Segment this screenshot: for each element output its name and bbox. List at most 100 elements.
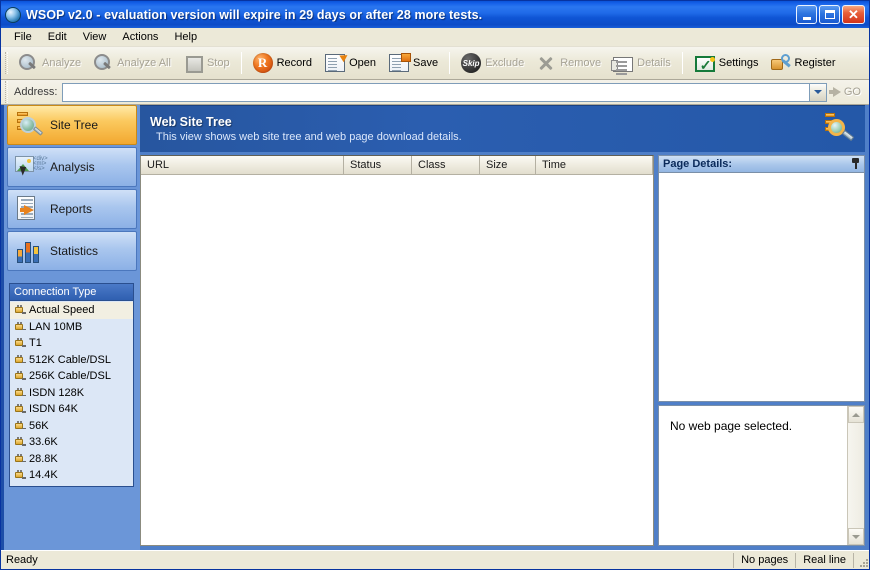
connection-item-512k-cable-dsl[interactable]: 512K Cable/DSL — [10, 352, 133, 369]
close-button[interactable]: ✕ — [842, 5, 865, 24]
tree-column-size[interactable]: Size — [480, 156, 536, 175]
skip-icon: Skip — [461, 53, 482, 73]
sidebar-item-site-tree[interactable]: Site Tree — [7, 105, 137, 145]
toolbar-register-label: Register — [794, 57, 836, 69]
main-toolbar: Analyze Analyze All Stop R Record Open S… — [1, 47, 869, 80]
minimize-icon — [802, 16, 811, 20]
plug-icon — [13, 436, 26, 448]
tree-rows[interactable] — [141, 175, 653, 545]
analysis-icon: <div> <ml> </s> — [14, 152, 48, 182]
connection-item-actual-speed[interactable]: Actual Speed — [10, 302, 133, 319]
stop-square-icon — [183, 53, 203, 73]
tree-column-time[interactable]: Time — [536, 156, 653, 175]
sidebar-label-site-tree: Site Tree — [50, 118, 99, 132]
toolbar-register-button[interactable]: Register — [765, 50, 842, 77]
toolbar-details-button[interactable]: Details — [607, 50, 677, 77]
toolbar-analyze-all-label: Analyze All — [117, 57, 171, 69]
toolbar-record-button[interactable]: R Record — [247, 50, 318, 77]
go-button[interactable]: GO — [827, 81, 869, 103]
tree-column-status[interactable]: Status — [344, 156, 412, 175]
sidebar-item-analysis[interactable]: <div> <ml> </s> Analysis — [7, 147, 137, 187]
scroll-up-icon — [852, 412, 860, 417]
banner-subtitle: This view shows web site tree and web pa… — [156, 131, 462, 143]
connection-item-56k[interactable]: 56K — [10, 418, 133, 435]
sidebar: Site Tree <div> <ml> </s> Analysis Reports — [1, 105, 140, 550]
connection-item-28-8k[interactable]: 28.8K — [10, 451, 133, 468]
plug-icon — [13, 304, 26, 316]
record-icon: R — [252, 53, 273, 73]
plug-icon — [13, 337, 26, 349]
banner-texts: Web Site Tree This view shows web site t… — [150, 115, 819, 143]
toolbar-exclude-button[interactable]: Skip Exclude — [455, 50, 530, 77]
sidebar-item-reports[interactable]: Reports — [7, 189, 137, 229]
key-icon — [770, 53, 791, 73]
connection-item-isdn-64k[interactable]: ISDN 64K — [10, 401, 133, 418]
toolbar-remove-label: Remove — [560, 57, 602, 69]
menu-edit[interactable]: Edit — [40, 29, 75, 45]
plug-icon — [13, 453, 26, 465]
sidebar-label-statistics: Statistics — [50, 244, 99, 258]
close-icon: ✕ — [848, 6, 859, 22]
menu-file[interactable]: File — [6, 29, 40, 45]
banner-title: Web Site Tree — [150, 115, 232, 129]
menu-help[interactable]: Help — [166, 29, 205, 45]
address-input-wrapper[interactable] — [62, 82, 810, 102]
toolbar-stop-button[interactable]: Stop — [177, 50, 236, 77]
right-pane: Page Details: No web page selected. — [658, 155, 865, 546]
connection-label: ISDN 64K — [29, 403, 78, 416]
statistics-icon — [14, 236, 44, 266]
page-details-title-bar: Page Details: — [659, 156, 864, 173]
x-mark-icon — [536, 53, 556, 73]
toolbar-record-label: Record — [276, 57, 313, 69]
connection-label: LAN 10MB — [29, 320, 83, 333]
pin-icon[interactable] — [850, 158, 861, 170]
connection-item-lan-10mb[interactable]: LAN 10MB — [10, 319, 133, 336]
tree-column-header-row: URL Status Class Size Time — [141, 156, 653, 175]
address-dropdown-button[interactable] — [809, 82, 827, 102]
plug-icon — [13, 420, 26, 432]
page-details-body[interactable] — [659, 173, 864, 401]
connection-item-14-4k[interactable]: 14.4K — [10, 467, 133, 484]
plug-icon — [13, 354, 26, 366]
sidebar-item-statistics[interactable]: Statistics — [7, 231, 137, 271]
maximize-button[interactable] — [819, 5, 840, 24]
status-resize-grip[interactable] — [853, 552, 869, 568]
connection-label: 14.4K — [29, 469, 58, 482]
menu-actions[interactable]: Actions — [114, 29, 166, 45]
menu-view[interactable]: View — [75, 29, 115, 45]
window-title: WSOP v2.0 - evaluation version will expi… — [26, 7, 483, 22]
address-input[interactable] — [63, 83, 809, 101]
scroll-up-button[interactable] — [848, 406, 864, 423]
toolbar-grip[interactable] — [5, 52, 8, 74]
tree-column-url[interactable]: URL — [141, 156, 344, 175]
status-bar: Ready No pages Real line — [1, 550, 869, 569]
connection-item-33-6k[interactable]: 33.6K — [10, 434, 133, 451]
plug-icon — [13, 469, 26, 481]
toolbar-save-button[interactable]: Save — [382, 50, 444, 77]
connection-item-isdn-128k[interactable]: ISDN 128K — [10, 385, 133, 402]
connection-type-header: Connection Type — [10, 284, 133, 301]
page-preview-scrollbar[interactable] — [847, 406, 864, 545]
menu-bar: File Edit View Actions Help — [1, 28, 869, 47]
connection-label: 56K — [29, 419, 49, 432]
connection-item-256k-cable-dsl[interactable]: 256K Cable/DSL — [10, 368, 133, 385]
toolbar-analyze-all-button[interactable]: Analyze All — [87, 50, 177, 77]
toolbar-separator-1 — [240, 52, 242, 74]
toolbar-analyze-label: Analyze — [42, 57, 82, 69]
minimize-button[interactable] — [796, 5, 817, 24]
connection-label: T1 — [29, 337, 42, 350]
toolbar-settings-button[interactable]: ✓ Settings — [688, 50, 765, 77]
scroll-down-button[interactable] — [848, 528, 864, 545]
toolbar-exclude-label: Exclude — [485, 57, 525, 69]
toolbar-remove-button[interactable]: Remove — [530, 50, 607, 77]
connection-item-t1[interactable]: T1 — [10, 335, 133, 352]
toolbar-open-button[interactable]: Open — [318, 50, 382, 77]
title-bar: WSOP v2.0 - evaluation version will expi… — [1, 1, 869, 28]
app-globe-icon — [5, 6, 21, 23]
toolbar-separator-2 — [449, 52, 451, 74]
chevron-down-icon — [813, 90, 822, 94]
address-grip[interactable] — [5, 81, 8, 103]
toolbar-analyze-button[interactable]: Analyze — [12, 50, 87, 77]
tree-column-class[interactable]: Class — [412, 156, 480, 175]
plug-icon — [13, 403, 26, 415]
